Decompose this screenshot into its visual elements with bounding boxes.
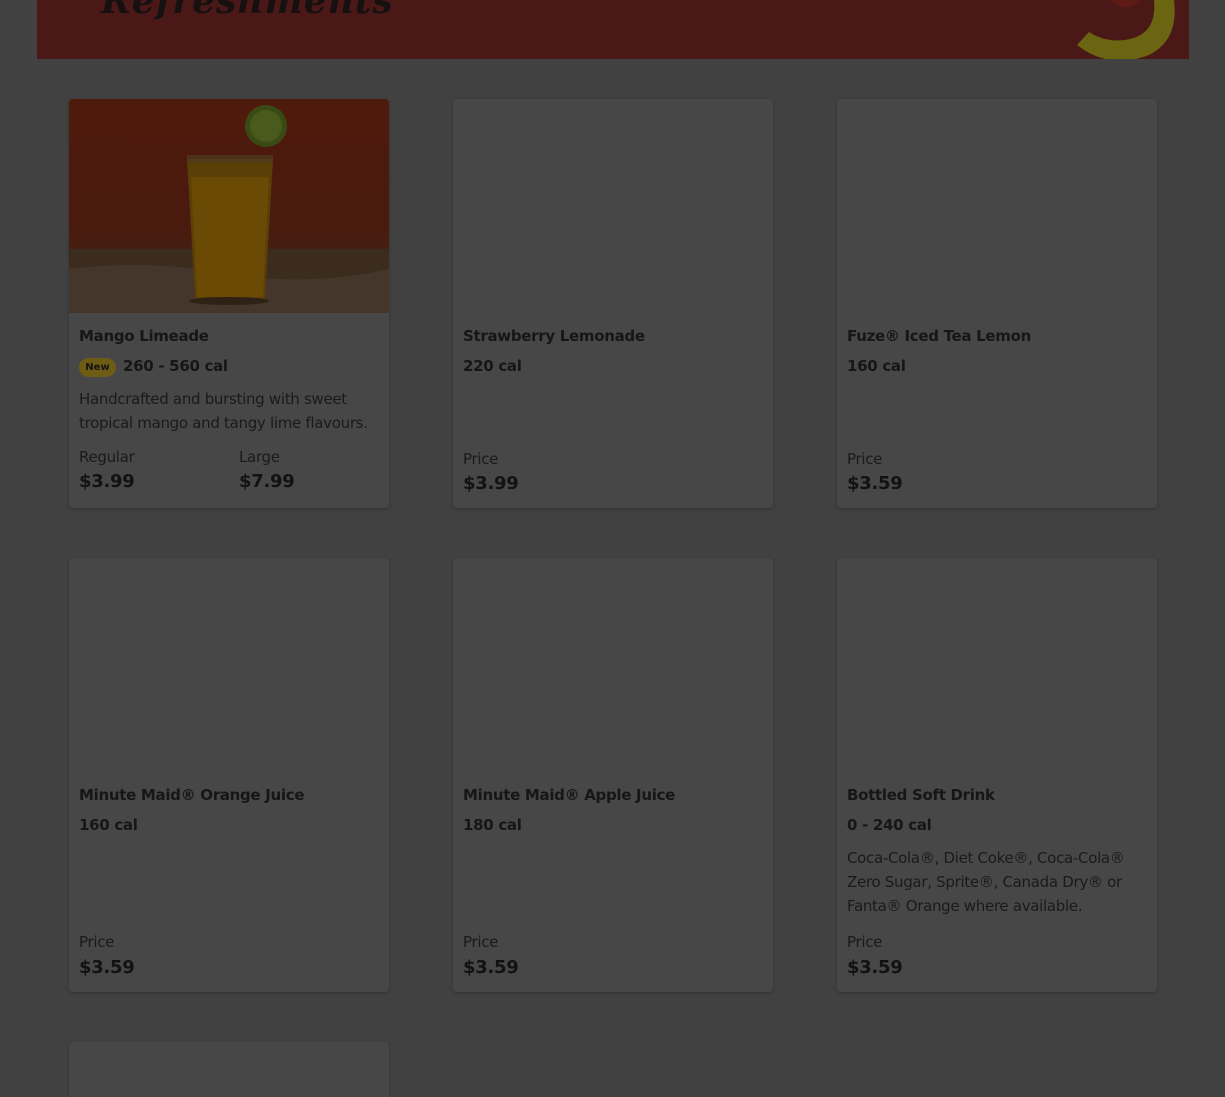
price-label: Price	[463, 933, 499, 951]
price-label: Price	[847, 450, 883, 468]
menu-item-card-minute-maid-orange-juice[interactable]: Minute Maid® Orange Juice 160 cal Price …	[69, 558, 389, 992]
item-image-placeholder	[453, 558, 773, 772]
menu-item-card-minute-maid-apple-juice[interactable]: Minute Maid® Apple Juice 180 cal Price $…	[453, 558, 773, 992]
menu-item-card-bottled-soft-drink[interactable]: Bottled Soft Drink 0 - 240 cal Coca-Cola…	[837, 558, 1157, 992]
item-calories: 180 cal	[463, 816, 522, 834]
new-badge: New	[79, 358, 116, 377]
price-value: $3.59	[847, 957, 903, 978]
price-value: $3.59	[79, 957, 135, 978]
item-name: Strawberry Lemonade	[463, 327, 645, 345]
menu-item-card-fuze-iced-tea-lemon[interactable]: Fuze® Iced Tea Lemon 160 cal Price $3.59	[837, 99, 1157, 508]
price-label: Price	[463, 450, 499, 468]
price-label: Price	[79, 933, 115, 951]
item-calories: 220 cal	[463, 357, 522, 375]
menu-item-card-mango-limeade[interactable]: Mango Limeade New 260 - 560 cal Handcraf…	[69, 99, 389, 508]
item-image-placeholder	[837, 99, 1157, 313]
category-banner: Refreshments	[37, 0, 1189, 59]
category-title: Refreshments	[101, 0, 394, 22]
item-name: Minute Maid® Orange Juice	[79, 786, 305, 804]
brand-swirl-icon	[1077, 0, 1175, 59]
item-name: Mango Limeade	[79, 327, 209, 345]
mango-limeade-photo	[69, 99, 389, 313]
price-value: $3.59	[463, 957, 519, 978]
item-calories: 160 cal	[79, 816, 138, 834]
item-description: Handcrafted and bursting with sweet trop…	[79, 390, 368, 432]
price-value-large: $7.99	[239, 471, 295, 492]
item-description: Coca-Cola®, Diet Coke®, Coca-Cola® Zero …	[847, 849, 1125, 915]
price-value-regular: $3.99	[79, 471, 135, 492]
menu-item-card-partial[interactable]	[69, 1042, 389, 1097]
item-image-placeholder	[453, 99, 773, 313]
price-label-regular: Regular	[79, 448, 135, 466]
item-name: Minute Maid® Apple Juice	[463, 786, 676, 804]
item-name: Fuze® Iced Tea Lemon	[847, 327, 1032, 345]
price-value: $3.99	[463, 473, 519, 494]
item-calories: 160 cal	[847, 357, 906, 375]
price-label-large: Large	[239, 448, 280, 466]
item-calories: 260 - 560 cal	[123, 357, 228, 375]
item-image-placeholder	[69, 558, 389, 772]
price-value: $3.59	[847, 473, 903, 494]
item-image-placeholder	[837, 558, 1157, 772]
item-name: Bottled Soft Drink	[847, 786, 995, 804]
menu-item-card-strawberry-lemonade[interactable]: Strawberry Lemonade 220 cal Price $3.99	[453, 99, 773, 508]
price-label: Price	[847, 933, 883, 951]
item-calories: 0 - 240 cal	[847, 816, 932, 834]
